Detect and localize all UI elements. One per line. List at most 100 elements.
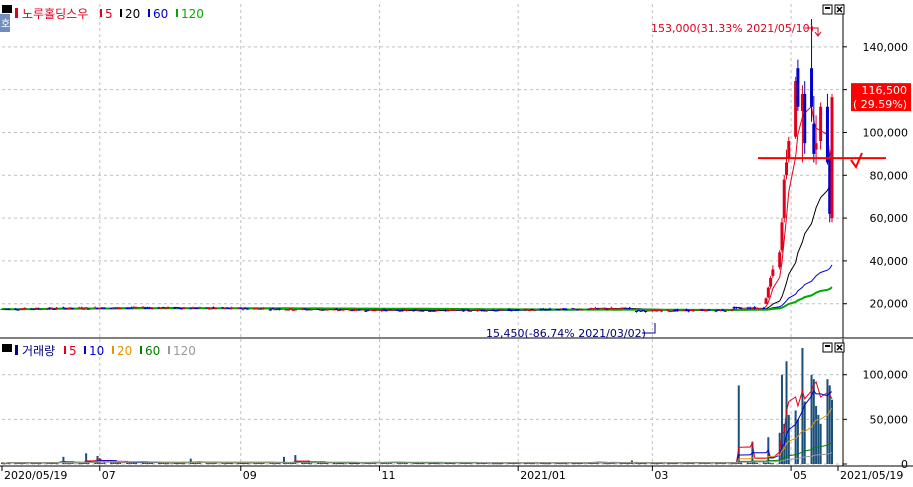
volume-bar [130,463,133,465]
candle-body [7,308,11,310]
volume-grid [2,339,843,466]
candle-body [86,308,90,310]
volume-bar [544,463,547,465]
volume-bar [826,379,829,464]
x-tick-label: 2021/05/19 [840,469,903,482]
stock-chart[interactable]: 20,00040,00060,00080,000100,000120,00014… [0,0,913,483]
candle-body [528,309,532,311]
x-tick-label: 2021/01 [520,469,566,482]
volume-bar [326,463,329,465]
candle-body [468,310,472,312]
candle-body [341,309,345,311]
low-annotation: 15,450(-86.74% 2021/03/02) [486,327,646,340]
candle-body [434,310,438,312]
price-y-tick-label: 20,000 [870,298,909,311]
legend-swatch-20 [120,9,122,17]
legend-swatch-120 [176,9,178,17]
candle-body [437,309,441,311]
volume-bar [626,463,629,465]
candle-body [337,309,341,311]
candle-body [819,106,823,142]
candle-body [118,308,122,310]
volume-bar [746,462,749,464]
candle-body [814,143,818,150]
volume-bar [64,463,67,465]
volume-bar [755,462,758,464]
price-pane-close-icon[interactable] [834,4,845,15]
volume-bar [801,347,804,464]
legend-label-60: 60 [153,7,168,21]
price-pane-bg [0,4,913,341]
price-y-tick-label: 80,000 [870,169,909,182]
candle-body [325,309,329,311]
volume-bar [771,463,774,465]
candle-body [530,308,534,310]
volume-bar [796,419,799,464]
candle-body [785,162,789,176]
side-tab-glyph: 호 [1,18,10,30]
candle-body [52,308,56,310]
volume-bar [437,463,440,465]
candle-body [755,307,759,309]
legend-swatch-60 [148,9,150,17]
x-tick-label: 09 [243,469,257,482]
legend-swatch-volume [15,345,18,355]
pane-menu-icon[interactable] [2,5,12,13]
candle-body [557,309,561,311]
volume-legend-swatch-5 [64,346,66,354]
volume-bar [803,401,806,464]
volume-bar [246,463,249,465]
candle-body [466,309,470,311]
candle-body [730,309,734,311]
volume-bar [310,463,313,465]
volume-pane-menu-icon[interactable] [2,344,12,352]
x-tick-label: 03 [654,469,668,482]
volume-pane-close-icon[interactable] [834,342,845,353]
volume-bar [37,463,40,465]
price-pane-max-icon[interactable] [822,4,833,15]
candle-body [287,309,291,311]
volume-bar [301,462,304,464]
candle-body [623,307,627,309]
candle-body [239,307,243,309]
candle-body [14,308,18,310]
candle-body [764,298,768,304]
candle-body [484,310,488,312]
volume-legend-swatch-60 [140,346,142,354]
candle-body [23,307,27,310]
volume-legend: 거래량 5 10 20 60 120 [15,344,196,358]
candle-body [405,309,409,311]
candle-body [525,308,529,310]
candle-body [373,310,377,312]
candle-body [70,308,74,310]
candle-body [659,310,663,312]
candle-body [721,309,725,311]
volume-bar [533,463,536,465]
volume-ma-60 [1,442,833,464]
volume-y-tick-label: 50,000 [870,413,909,426]
candle-body [509,310,513,312]
candle-body [141,306,145,308]
candle-body [334,308,338,310]
candle-body [102,307,106,309]
candle-body [691,309,695,312]
volume-bar [765,462,768,464]
volume-pane-max-icon[interactable] [822,342,833,353]
legend-swatch-stock [15,8,18,18]
volume-bar [192,463,195,465]
candle-body [453,309,457,311]
candle-body [82,308,86,310]
volume-legend-label-20: 20 [117,344,132,358]
price-y-tick-label: 100,000 [863,126,909,139]
volume-bar [351,463,354,465]
candle-body [782,179,786,219]
volume-bar [101,463,104,465]
candle-body [214,308,218,310]
current-price: 116,500 [862,84,908,97]
volume-bar [419,463,422,465]
x-tick-label: 07 [102,469,116,482]
candle-body [293,309,297,311]
candle-body [532,310,536,312]
candle-body [166,307,170,309]
candle-body [769,278,773,287]
